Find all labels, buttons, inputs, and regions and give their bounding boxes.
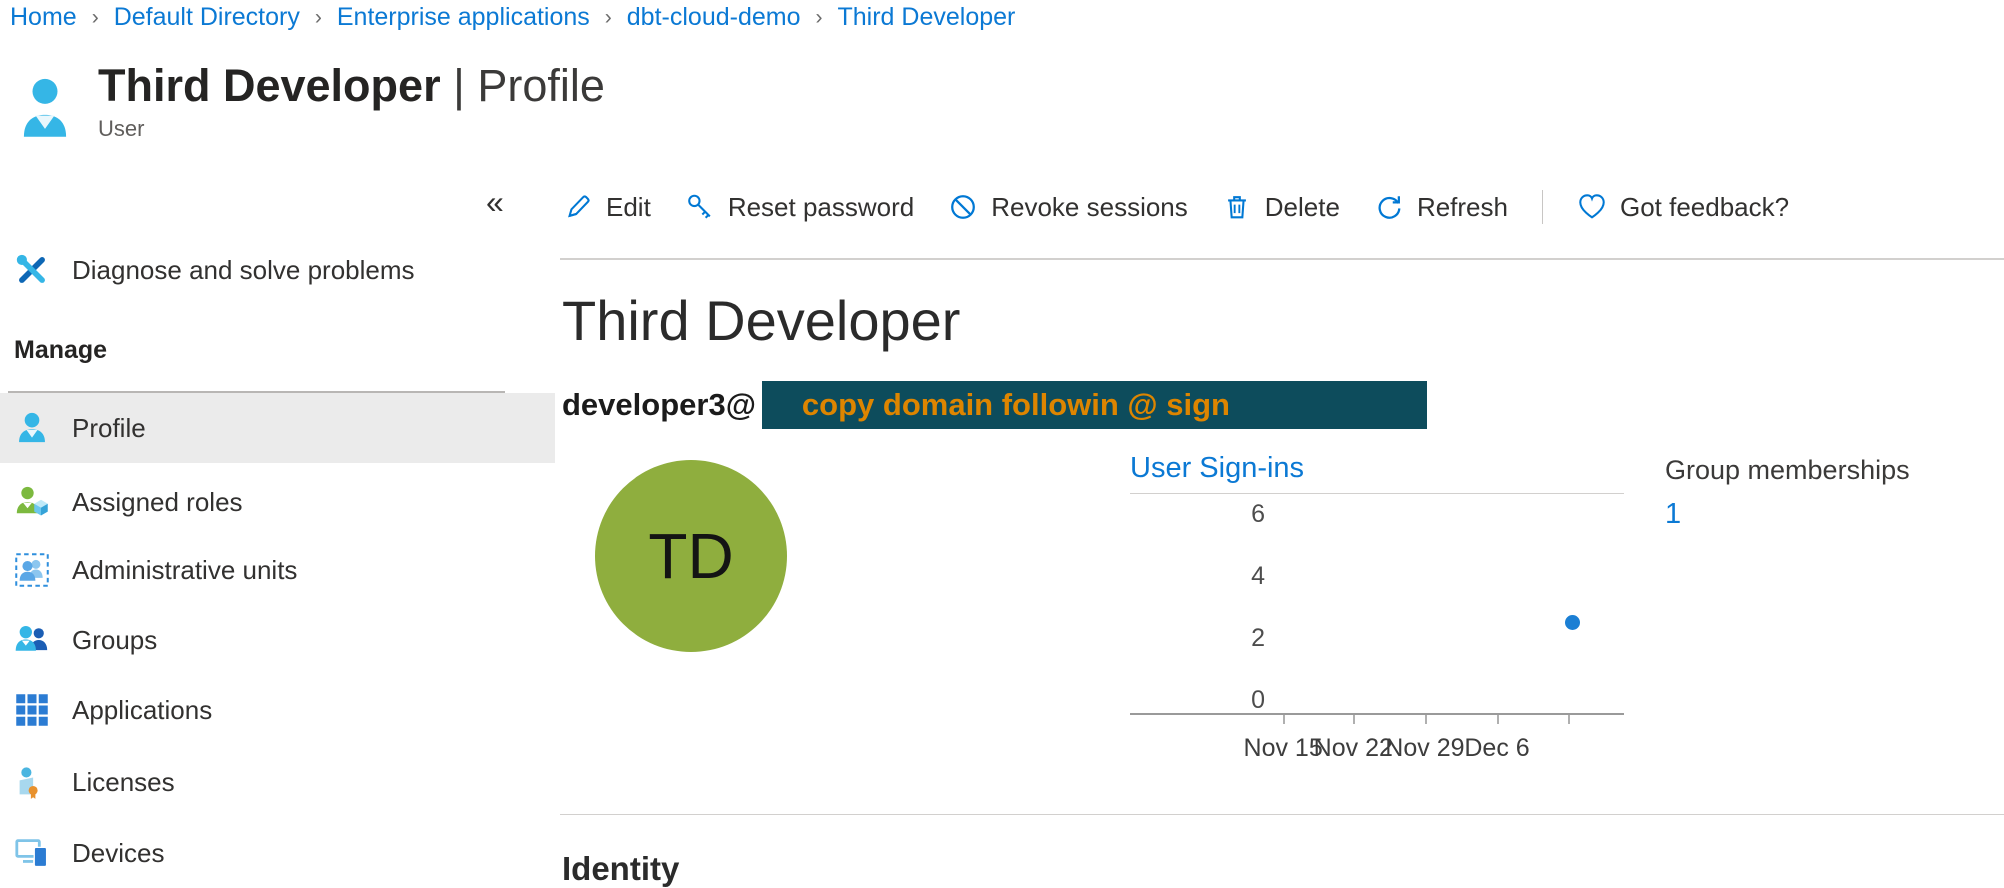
user-avatar-icon [20,60,70,145]
sidebar-item-label: Groups [72,625,157,656]
sidebar-item-label: Profile [72,413,146,444]
devices-icon [14,835,50,871]
person-icon [14,410,50,446]
chart-x-tick [1568,715,1570,724]
username-prefix: developer3@ [562,387,756,423]
chart-y-tick-label: 6 [1225,500,1265,529]
administrative-units-icon [14,552,50,588]
trash-icon [1222,192,1252,222]
redaction-overlay: copy domain followin @ sign [762,381,1427,429]
diagnose-tools-icon [14,252,50,288]
blocked-icon [948,192,978,222]
avatar: TD [595,460,787,652]
page-title: Third Developer | Profile [98,60,605,112]
sidebar-item-administrative-units[interactable]: Administrative units [0,535,555,605]
section-divider [560,814,2004,815]
title-separator: | [453,60,465,111]
sidebar-item-devices[interactable]: Devices [0,818,555,888]
sidebar-item-applications[interactable]: Applications [0,675,555,745]
sidebar-item-assigned-roles[interactable]: Assigned roles [0,467,555,537]
chart-x-tick [1497,715,1499,724]
signin-chart-title[interactable]: User Sign-ins [1130,452,1304,485]
group-memberships: Group memberships 1 [1665,455,1910,531]
chart-x-tick-label: Dec 6 [1437,734,1557,763]
breadcrumb-third-developer[interactable]: Third Developer [838,3,1016,32]
sidebar-item-label: Assigned roles [72,487,243,518]
chart-y-tick-label: 4 [1225,562,1265,591]
breadcrumb: Home › Default Directory › Enterprise ap… [10,3,1015,32]
page-header: Third Developer | Profile User [20,60,605,145]
breadcrumb-dbt-cloud-demo[interactable]: dbt-cloud-demo [627,3,801,32]
breadcrumb-home[interactable]: Home [10,3,77,32]
chart-x-tick [1425,715,1427,724]
command-toolbar: Edit Reset password Revoke sessions Dele… [563,190,1789,224]
revoke-sessions-button[interactable]: Revoke sessions [948,192,1188,223]
delete-button[interactable]: Delete [1222,192,1340,223]
breadcrumb-default-directory[interactable]: Default Directory [114,3,300,32]
sidebar-item-label: Devices [72,838,164,869]
edit-button[interactable]: Edit [563,192,651,223]
user-display-name: Third Developer [562,288,960,353]
group-memberships-count-link[interactable]: 1 [1665,498,1910,531]
breadcrumb-separator: › [605,6,612,30]
refresh-button[interactable]: Refresh [1374,192,1508,223]
groups-icon [14,622,50,658]
user-principal-name: developer3@ copy domain followin @ sign [562,381,1427,429]
chart-y-tick-label: 0 [1225,686,1265,715]
chart-y-tick-label: 2 [1225,624,1265,653]
breadcrumb-separator: › [92,6,99,30]
sidebar-item-label: Licenses [72,767,175,798]
key-icon [685,192,715,222]
breadcrumb-separator: › [816,6,823,30]
heart-icon [1577,192,1607,222]
pencil-icon [563,192,593,222]
sidebar-item-profile[interactable]: Profile [0,393,555,463]
sidebar-section-manage: Manage [14,336,107,365]
assigned-roles-icon [14,484,50,520]
chart-data-point [1565,615,1580,630]
group-memberships-label: Group memberships [1665,455,1910,486]
sidebar-item-licenses[interactable]: Licenses [0,747,555,817]
licenses-icon [14,764,50,800]
chart-x-tick [1283,715,1285,724]
breadcrumb-separator: › [315,6,322,30]
refresh-icon [1374,192,1404,222]
sidebar-item-label: Administrative units [72,555,297,586]
sidebar-item-diagnose[interactable]: Diagnose and solve problems [0,240,555,300]
toolbar-divider [1542,190,1543,224]
object-type-label: User [98,116,605,142]
sidebar-item-label: Diagnose and solve problems [72,255,415,286]
applications-grid-icon [14,692,50,728]
title-subtitle: Profile [477,60,605,111]
signin-chart: User Sign-ins 0246Nov 15Nov 22Nov 29Dec … [1130,452,1624,804]
signin-chart-plot: 0246Nov 15Nov 22Nov 29Dec 6 [1130,494,1624,804]
chart-x-tick [1353,715,1355,724]
got-feedback-button[interactable]: Got feedback? [1577,192,1789,223]
sidebar-item-label: Applications [72,695,212,726]
reset-password-button[interactable]: Reset password [685,192,914,223]
toolbar-rule [560,258,2004,260]
chart-x-axis [1130,713,1624,715]
sidebar-item-groups[interactable]: Groups [0,605,555,675]
breadcrumb-enterprise-applications[interactable]: Enterprise applications [337,3,590,32]
identity-section-heading: Identity [562,850,679,888]
sidebar-collapse-button[interactable]: « [486,184,504,221]
